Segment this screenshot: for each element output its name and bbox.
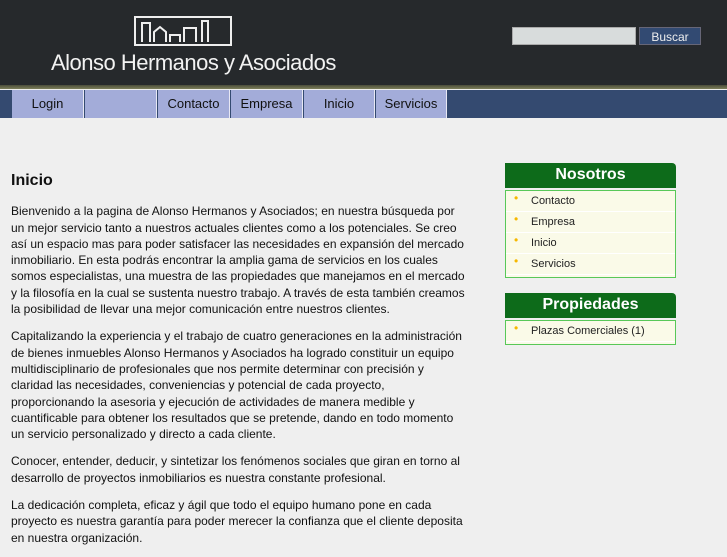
sidebar-item-plazas-comerciales[interactable]: • Plazas Comerciales (1) [506, 321, 675, 342]
bullet-icon: • [514, 212, 519, 226]
nav-bar: Login Contacto Empresa Inicio Servicios [0, 90, 727, 118]
nav-blank[interactable] [85, 90, 157, 118]
nosotros-header: Nosotros [505, 163, 676, 188]
site-title[interactable]: Alonso Hermanos y Asociados [51, 50, 336, 76]
nav-login[interactable]: Login [12, 90, 84, 118]
propiedades-header: Propiedades [505, 293, 676, 318]
nav-servicios[interactable]: Servicios [376, 90, 447, 118]
logo-buildings-icon[interactable] [134, 16, 232, 46]
nav-contacto[interactable]: Contacto [158, 90, 230, 118]
main-content: Inicio Bienvenido a la pagina de Alonso … [11, 172, 466, 557]
sidebar-item-servicios[interactable]: • Servicios [506, 254, 675, 275]
propiedades-list: • Plazas Comerciales (1) [505, 320, 676, 345]
paragraph: Bienvenido a la pagina de Alonso Hermano… [11, 204, 465, 317]
sidebar-item-contacto[interactable]: • Contacto [506, 191, 675, 212]
bullet-icon: • [514, 254, 519, 268]
search-input[interactable] [512, 27, 636, 45]
sidebar-item-empresa[interactable]: • Empresa [506, 212, 675, 233]
bullet-icon: • [514, 321, 519, 335]
page-title: Inicio [11, 172, 53, 189]
search-button[interactable]: Buscar [639, 27, 701, 45]
nav-empresa[interactable]: Empresa [231, 90, 303, 118]
nav-inicio[interactable]: Inicio [304, 90, 375, 118]
paragraph: Conocer, entender, deducir, y sintetizar… [11, 454, 460, 485]
paragraph: Capitalizando la experiencia y el trabaj… [11, 329, 462, 442]
header-divider [0, 85, 727, 89]
paragraph: La dedicación completa, eficaz y ágil qu… [11, 498, 463, 545]
sidebar-item-inicio[interactable]: • Inicio [506, 233, 675, 254]
bullet-icon: • [514, 233, 519, 247]
bullet-icon: • [514, 191, 519, 205]
nosotros-list: • Contacto • Empresa • Inicio • Servicios [505, 190, 676, 278]
